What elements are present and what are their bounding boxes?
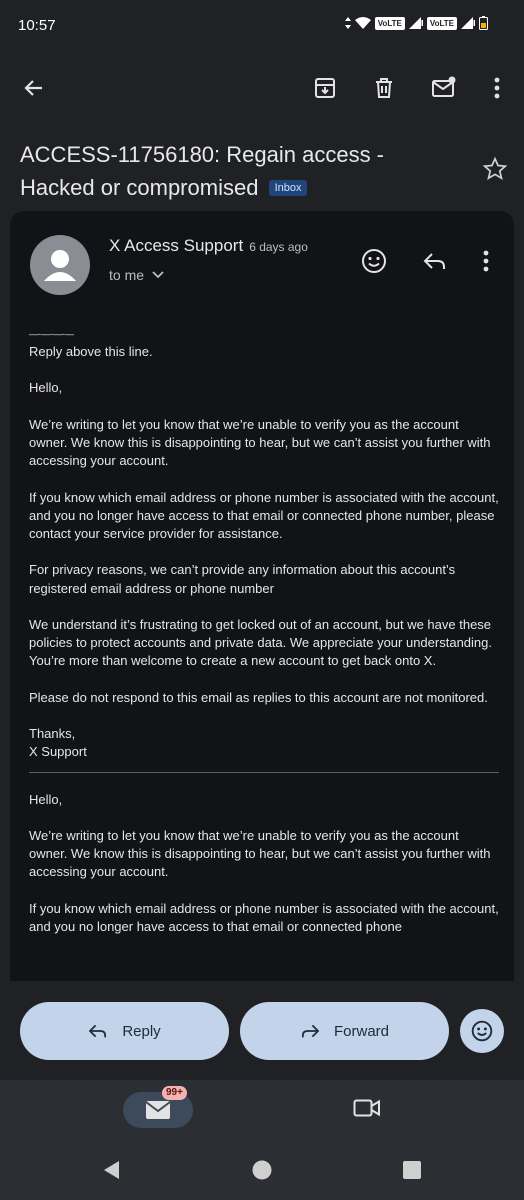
recipient-details-toggle[interactable]: to me	[109, 267, 164, 283]
reply-dashes: —-—-—-—	[29, 329, 74, 339]
email-subject: ACCESS-11756180: Regain access - Hacked …	[20, 138, 450, 204]
battery-icon	[479, 16, 488, 30]
greeting: Hello,	[29, 380, 63, 396]
paragraph-3: For privacy reasons, we can’t provide an…	[29, 562, 456, 596]
archive-button[interactable]	[309, 72, 341, 104]
archive-icon	[315, 78, 335, 98]
back-button[interactable]	[18, 72, 50, 104]
volte-badge-1: VoLTE	[374, 16, 405, 30]
wifi-icon	[354, 17, 371, 29]
star-icon	[482, 156, 508, 180]
arrow-back-icon	[24, 80, 42, 96]
signature: X Support	[29, 744, 87, 760]
quoted-greeting: Hello,	[29, 791, 63, 807]
inbox-label-badge[interactable]: Inbox	[268, 180, 308, 196]
paragraph-5: Please do not respond to this email as r…	[29, 689, 488, 705]
quoted-paragraph-1: We’re writing to let you know that we’re…	[29, 827, 491, 880]
message-card: X Access Support 6 days ago to me —-—-—-—…	[10, 211, 514, 981]
nav-meet-tab[interactable]	[353, 1098, 381, 1123]
home-circle-icon[interactable]	[252, 1160, 272, 1180]
forward-label: Forward	[333, 1022, 389, 1040]
paragraph-4b: You’re more than welcome to create a new…	[29, 653, 437, 669]
status-icons: VoLTE VoLTE	[344, 16, 488, 30]
recents-square-icon[interactable]	[403, 1161, 421, 1179]
star-button[interactable]	[482, 156, 508, 187]
sender-name: X Access Support	[109, 236, 244, 255]
status-time: 10:57	[18, 17, 56, 34]
emoji-reaction-button[interactable]	[358, 245, 390, 277]
emoji-react-button[interactable]	[460, 1009, 504, 1053]
message-more-button[interactable]	[470, 245, 502, 277]
system-navigation-bar	[0, 1142, 524, 1200]
unread-count-badge: 99+	[162, 1086, 187, 1100]
mark-unread-button[interactable]	[428, 72, 460, 104]
bottom-navigation: 99+	[0, 1080, 524, 1142]
reply-icon	[89, 1024, 107, 1038]
status-bar: 10:57 VoLTE VoLTE	[0, 0, 524, 52]
paragraph-2: If you know which email address or phone…	[29, 489, 499, 541]
signal-icon-1	[408, 17, 423, 29]
message-body: —-—-—-— Reply above this line. Hello, We…	[29, 329, 499, 954]
chevron-down-icon	[152, 271, 164, 279]
video-camera-icon	[353, 1099, 380, 1117]
recipient-text: to me	[109, 267, 145, 283]
reply-button[interactable]: Reply	[20, 1002, 229, 1060]
forward-icon	[301, 1024, 320, 1038]
more-vert-icon	[483, 250, 489, 272]
avatar[interactable]	[30, 235, 90, 295]
delete-button[interactable]	[368, 72, 400, 104]
data-arrows-icon	[344, 17, 351, 29]
mail-icon	[145, 1101, 171, 1119]
smiley-icon	[362, 249, 386, 273]
quoted-paragraph-2: If you know which email address or phone…	[29, 900, 499, 934]
mark-unread-icon	[432, 76, 456, 97]
reply-icon	[423, 253, 445, 269]
more-vert-icon	[494, 77, 500, 99]
person-icon	[44, 250, 76, 281]
sender-row[interactable]: X Access Support 6 days ago	[109, 236, 308, 256]
thanks: Thanks,	[29, 726, 76, 742]
smiley-icon	[471, 1020, 493, 1042]
forward-button[interactable]: Forward	[240, 1002, 449, 1060]
sent-time: 6 days ago	[249, 240, 308, 254]
subject-text: ACCESS-11756180: Regain access - Hacked …	[20, 142, 385, 200]
reply-label: Reply	[122, 1022, 161, 1040]
quote-divider	[29, 771, 499, 773]
trash-icon	[376, 78, 392, 98]
email-view-screen: 10:57 VoLTE VoLTE ACCESS-11756180: Regai…	[0, 0, 524, 1200]
paragraph-1: We’re writing to let you know that we’re…	[29, 416, 491, 469]
signal-icon-2	[461, 17, 475, 29]
paragraph-4: We understand it’s frustrating to get lo…	[29, 616, 492, 651]
back-triangle-icon[interactable]	[102, 1160, 120, 1180]
reply-header-button[interactable]	[419, 245, 451, 277]
reply-above-line: Reply above this line.	[29, 344, 153, 359]
more-options-button[interactable]	[481, 72, 513, 104]
volte-badge-2: VoLTE	[426, 16, 457, 30]
top-app-bar	[0, 62, 524, 114]
